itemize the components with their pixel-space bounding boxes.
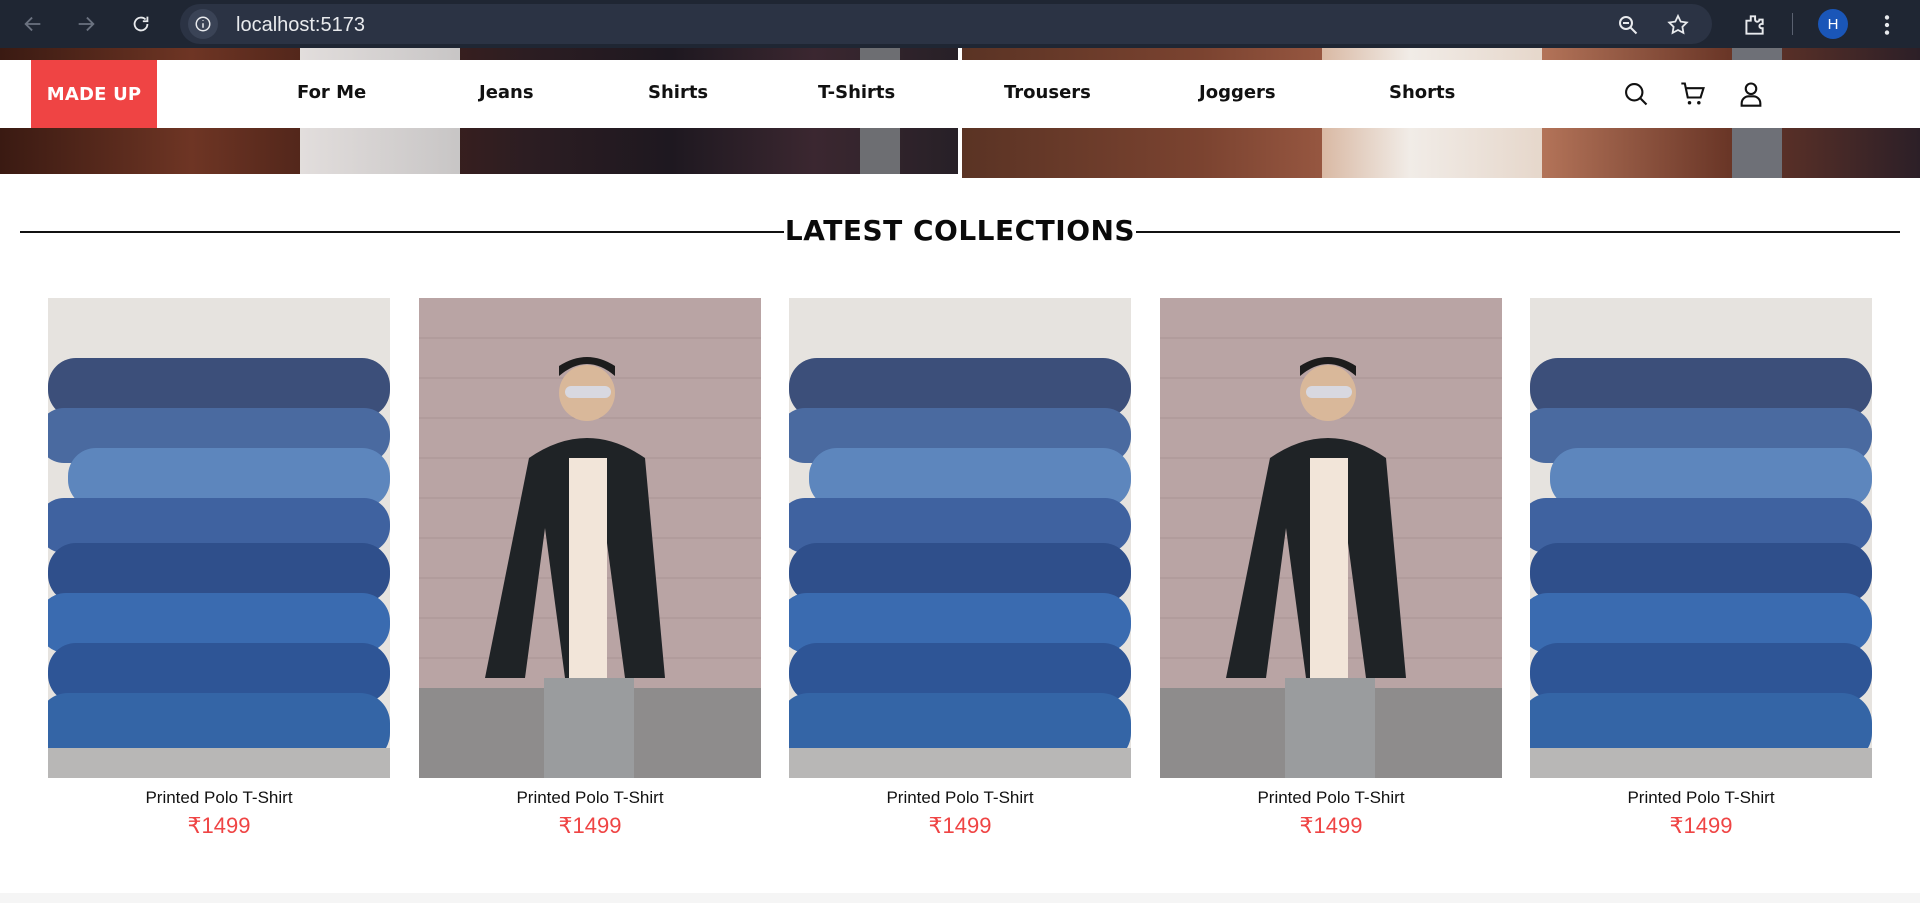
product-name[interactable]: Printed Polo T-Shirt: [48, 788, 390, 808]
arrow-left-icon: [24, 16, 41, 32]
address-bar[interactable]: localhost:5173: [180, 4, 1712, 44]
title-divider-left: [20, 231, 784, 233]
cart-icon[interactable]: [1679, 80, 1707, 108]
bookmark-star-icon[interactable]: [1666, 13, 1690, 37]
nav-link-shirts[interactable]: Shirts: [648, 82, 708, 103]
product-image-man[interactable]: [419, 298, 761, 778]
reload-icon: [133, 16, 149, 32]
site-navbar: MADE UP For Me Jeans Shirts T-Shirts Tro…: [0, 60, 1920, 128]
arrow-right-icon: [78, 16, 95, 32]
nav-link-trousers[interactable]: Trousers: [1004, 82, 1091, 103]
product-name[interactable]: Printed Polo T-Shirt: [419, 788, 761, 808]
toolbar-divider: [1792, 13, 1793, 35]
product-image-man[interactable]: [1160, 298, 1502, 778]
nav-link-for-me[interactable]: For Me: [297, 82, 366, 103]
nav-link-t-shirts[interactable]: T-Shirts: [818, 82, 895, 103]
nav-link-jeans[interactable]: Jeans: [479, 82, 534, 103]
kebab-menu-icon[interactable]: [1874, 12, 1900, 38]
url-text[interactable]: localhost:5173: [236, 14, 365, 37]
reload-button[interactable]: [126, 9, 156, 39]
extensions-icon[interactable]: [1741, 12, 1767, 38]
search-icon[interactable]: [1622, 80, 1650, 108]
latest-collections-header: LATEST COLLECTIONS: [0, 210, 1920, 254]
page-footer-edge: [0, 893, 1920, 903]
product-name[interactable]: Printed Polo T-Shirt: [789, 788, 1131, 808]
browser-toolbar: localhost:5173 H: [0, 0, 1920, 48]
site-logo[interactable]: MADE UP: [31, 60, 157, 128]
product-name[interactable]: Printed Polo T-Shirt: [1530, 788, 1872, 808]
product-image-denim[interactable]: [1530, 298, 1872, 778]
product-image-denim[interactable]: [789, 298, 1131, 778]
nav-link-joggers[interactable]: Joggers: [1199, 82, 1276, 103]
profile-avatar[interactable]: H: [1818, 9, 1848, 39]
nav-link-shorts[interactable]: Shorts: [1389, 82, 1455, 103]
product-price: ₹1499: [558, 813, 622, 838]
site-info-icon[interactable]: [188, 9, 218, 39]
zoom-icon[interactable]: [1616, 13, 1640, 37]
product-price: ₹1499: [187, 813, 251, 838]
back-button[interactable]: [18, 9, 48, 39]
product-price: ₹1499: [1669, 813, 1733, 838]
title-divider-right: [1136, 231, 1900, 233]
product-price: ₹1499: [1299, 813, 1363, 838]
product-image-denim[interactable]: [48, 298, 390, 778]
product-price: ₹1499: [928, 813, 992, 838]
product-name[interactable]: Printed Polo T-Shirt: [1160, 788, 1502, 808]
user-icon[interactable]: [1737, 80, 1765, 108]
section-title: LATEST COLLECTIONS: [784, 214, 1136, 247]
forward-button[interactable]: [71, 9, 101, 39]
